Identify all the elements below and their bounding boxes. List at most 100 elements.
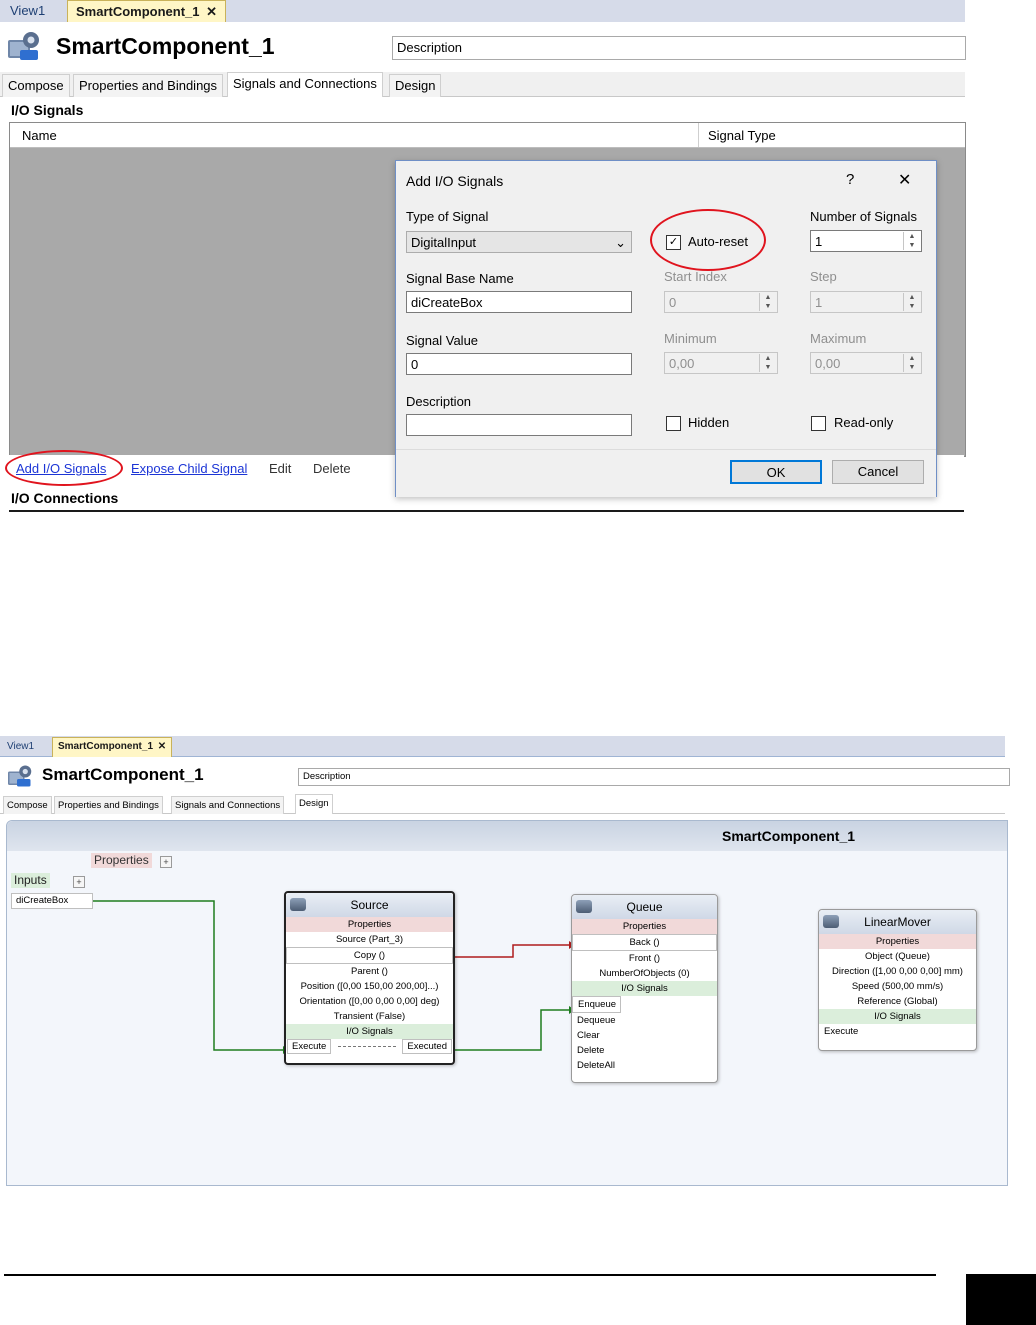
column-signal-type[interactable]: Signal Type bbox=[708, 128, 776, 143]
minimum-value: 0,00 bbox=[669, 356, 695, 371]
tab-smartcomponent-label: SmartComponent_1 bbox=[76, 4, 200, 19]
signal-value-input[interactable]: 0 bbox=[406, 353, 632, 375]
signal-base-name-label: Signal Base Name bbox=[406, 271, 514, 286]
tab-smartcomponent[interactable]: SmartComponent_1 ✕ bbox=[52, 737, 173, 757]
source-prop-row[interactable]: Source (Part_3) bbox=[286, 932, 453, 947]
chevron-down-icon: ⌄ bbox=[615, 235, 626, 250]
step-stepper: 1 ▲ ▼ bbox=[810, 291, 922, 313]
section-rule bbox=[9, 510, 964, 512]
number-of-signals-value: 1 bbox=[815, 234, 823, 249]
tab-view1[interactable]: View1 bbox=[2, 738, 39, 756]
add-input-button[interactable]: + bbox=[73, 876, 85, 888]
type-of-signal-select[interactable]: DigitalInput ⌄ bbox=[406, 231, 632, 253]
editor-tab-strip: Compose Properties and Bindings Signals … bbox=[0, 72, 965, 97]
linearmover-prop-row[interactable]: Speed (500,00 mm/s) bbox=[819, 979, 976, 994]
linearmover-execute-port[interactable]: Execute bbox=[819, 1024, 976, 1039]
stepper-arrows-icon: ▲ ▼ bbox=[903, 354, 920, 372]
grid-header: Name Signal Type bbox=[10, 123, 965, 148]
properties-tag[interactable]: Properties bbox=[91, 853, 152, 868]
queue-prop-row[interactable]: Front () bbox=[572, 951, 717, 966]
highlight-ellipse-auto-reset bbox=[650, 209, 766, 271]
inputs-tag-label: Inputs bbox=[14, 873, 47, 887]
help-icon[interactable]: ? bbox=[846, 171, 854, 188]
ok-button[interactable]: OK bbox=[730, 460, 822, 484]
source-node-title: Source bbox=[350, 898, 389, 912]
stepper-arrows-icon[interactable]: ▲ ▼ bbox=[903, 232, 920, 250]
queue-deleteall-port[interactable]: DeleteAll bbox=[572, 1058, 717, 1073]
tab-design[interactable]: Design bbox=[389, 74, 442, 97]
queue-clear-port[interactable]: Clear bbox=[572, 1028, 717, 1043]
queue-prop-row[interactable]: Back () bbox=[572, 934, 717, 951]
source-prop-row[interactable]: Copy () bbox=[286, 947, 453, 964]
source-prop-row[interactable]: Parent () bbox=[286, 964, 453, 979]
tab-smartcomponent[interactable]: SmartComponent_1 ✕ bbox=[67, 0, 227, 23]
tab-view1[interactable]: View1 bbox=[2, 0, 53, 22]
source-node[interactable]: Source Properties Source (Part_3) Copy (… bbox=[284, 891, 455, 1065]
source-prop-row[interactable]: Position ([0,00 150,00 200,00]...) bbox=[286, 979, 453, 994]
gear-icon bbox=[823, 915, 839, 928]
inputs-tag[interactable]: Inputs bbox=[11, 873, 50, 888]
tab-compose[interactable]: Compose bbox=[2, 74, 70, 97]
source-execute-port[interactable]: Execute bbox=[287, 1039, 332, 1054]
start-index-value: 0 bbox=[669, 295, 677, 310]
signal-value-label: Signal Value bbox=[406, 333, 479, 348]
page-marker-block bbox=[966, 1274, 1036, 1325]
description-input[interactable] bbox=[406, 414, 632, 436]
close-icon[interactable]: ✕ bbox=[206, 4, 217, 19]
design-canvas[interactable]: SmartComponent_1 Properties + Inputs + d… bbox=[6, 820, 1008, 1186]
delete-action[interactable]: Delete bbox=[313, 461, 351, 476]
description-field[interactable]: Description bbox=[298, 768, 1010, 786]
gear-icon bbox=[290, 898, 306, 911]
linearmover-prop-row[interactable]: Direction ([1,00 0,00 0,00] mm) bbox=[819, 964, 976, 979]
expose-child-signal-link[interactable]: Expose Child Signal bbox=[131, 461, 247, 476]
edit-action[interactable]: Edit bbox=[269, 461, 291, 476]
tab-properties-and-bindings[interactable]: Properties and Bindings bbox=[73, 74, 224, 97]
dialog-close-icon[interactable]: ✕ bbox=[898, 170, 911, 190]
highlight-ellipse-add-signals bbox=[5, 450, 123, 486]
column-name[interactable]: Name bbox=[22, 128, 57, 143]
design-view-screenshot: View1 SmartComponent_1 ✕ SmartComponent_… bbox=[0, 736, 1010, 1186]
source-io-row: Execute Executed bbox=[286, 1039, 453, 1054]
signal-base-name-input[interactable]: diCreateBox bbox=[406, 291, 632, 313]
footer-rule bbox=[4, 1274, 936, 1276]
queue-delete-port[interactable]: Delete bbox=[572, 1043, 717, 1058]
step-label: Step bbox=[810, 269, 837, 284]
queue-node-header: Queue bbox=[572, 895, 717, 919]
document-tab-bar: View1 SmartComponent_1 ✕ bbox=[0, 736, 1005, 757]
tab-properties-and-bindings[interactable]: Properties and Bindings bbox=[54, 796, 163, 814]
tab-signals-and-connections[interactable]: Signals and Connections bbox=[227, 72, 383, 97]
read-only-checkbox[interactable] bbox=[811, 416, 826, 431]
minimum-stepper: 0,00 ▲ ▼ bbox=[664, 352, 778, 374]
number-of-signals-label: Number of Signals bbox=[810, 209, 917, 224]
smart-component-icon bbox=[6, 764, 34, 788]
tab-design[interactable]: Design bbox=[295, 794, 333, 814]
source-executed-port[interactable]: Executed bbox=[402, 1039, 452, 1054]
linearmover-prop-row[interactable]: Reference (Global) bbox=[819, 994, 976, 1009]
tab-signals-and-connections[interactable]: Signals and Connections bbox=[171, 796, 285, 814]
linearmover-properties-header: Properties bbox=[819, 934, 976, 949]
queue-node[interactable]: Queue Properties Back () Front () Number… bbox=[571, 894, 718, 1083]
tab-compose[interactable]: Compose bbox=[3, 796, 52, 814]
add-property-button[interactable]: + bbox=[160, 856, 172, 868]
close-icon[interactable]: ✕ bbox=[158, 741, 166, 752]
queue-dequeue-port[interactable]: Dequeue bbox=[572, 1013, 717, 1028]
hidden-checkbox[interactable] bbox=[666, 416, 681, 431]
stepper-arrows-icon: ▲ ▼ bbox=[759, 293, 776, 311]
start-index-label: Start Index bbox=[664, 269, 727, 284]
description-field[interactable]: Description bbox=[392, 36, 966, 60]
cancel-button[interactable]: Cancel bbox=[832, 460, 924, 484]
input-signal-port[interactable]: diCreateBox bbox=[11, 893, 93, 909]
linearmover-node[interactable]: LinearMover Properties Object (Queue) Di… bbox=[818, 909, 977, 1051]
linearmover-prop-row[interactable]: Object (Queue) bbox=[819, 949, 976, 964]
number-of-signals-stepper[interactable]: 1 ▲ ▼ bbox=[810, 230, 922, 252]
source-prop-row[interactable]: Transient (False) bbox=[286, 1009, 453, 1024]
io-connections-heading: I/O Connections bbox=[11, 490, 119, 506]
document-tab-bar: View1 SmartComponent_1 ✕ bbox=[0, 0, 965, 23]
queue-enqueue-port[interactable]: Enqueue bbox=[572, 996, 621, 1013]
source-prop-row[interactable]: Orientation ([0,00 0,00 0,00] deg) bbox=[286, 994, 453, 1009]
queue-prop-row[interactable]: NumberOfObjects (0) bbox=[572, 966, 717, 981]
link-source-executed-to-queue-enqueue bbox=[453, 1009, 569, 1051]
linearmover-io-header: I/O Signals bbox=[819, 1009, 976, 1024]
start-index-stepper: 0 ▲ ▼ bbox=[664, 291, 778, 313]
link-source-copy-to-queue-back bbox=[453, 944, 569, 958]
